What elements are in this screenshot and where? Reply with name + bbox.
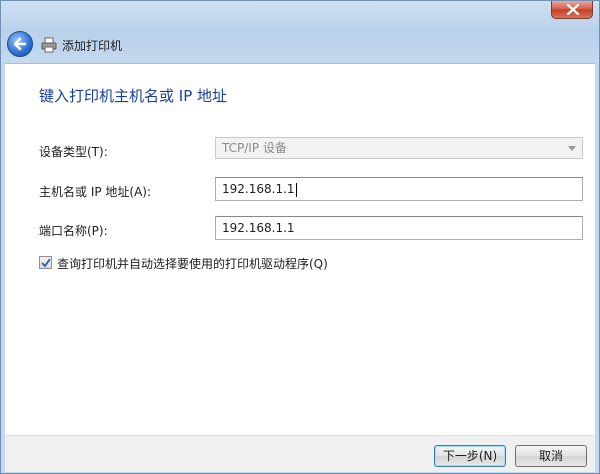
window-title: 添加打印机 bbox=[62, 39, 123, 53]
port-name-input[interactable]: 192.168.1.1 bbox=[215, 216, 583, 240]
auto-driver-label[interactable]: 查询打印机并自动选择要使用的打印机驱动程序(Q) bbox=[57, 255, 328, 272]
wizard-content: 键入打印机主机名或 IP 地址 设备类型(T): TCP/IP 设备 主机名或 … bbox=[5, 63, 595, 436]
checkmark-icon bbox=[41, 258, 51, 268]
hostname-label: 主机名或 IP 地址(A): bbox=[39, 185, 152, 199]
wizard-footer: 下一步(N) 取消 bbox=[5, 435, 595, 472]
device-type-select[interactable]: TCP/IP 设备 bbox=[215, 137, 583, 159]
back-button[interactable] bbox=[7, 31, 33, 57]
chevron-down-icon bbox=[568, 146, 576, 151]
close-button[interactable] bbox=[551, 1, 593, 19]
next-button[interactable]: 下一步(N) bbox=[434, 445, 506, 467]
printer-icon bbox=[41, 37, 57, 53]
device-type-value: TCP/IP 设备 bbox=[222, 141, 287, 155]
hostname-value: 192.168.1.1 bbox=[222, 182, 295, 196]
port-name-label: 端口名称(P): bbox=[39, 224, 108, 238]
text-caret bbox=[295, 182, 297, 197]
back-arrow-icon bbox=[13, 37, 27, 51]
cancel-button[interactable]: 取消 bbox=[515, 445, 587, 467]
close-icon bbox=[566, 4, 580, 15]
add-printer-window: 添加打印机 键入打印机主机名或 IP 地址 设备类型(T): TCP/IP 设备… bbox=[0, 0, 600, 474]
wizard-header: 添加打印机 bbox=[5, 27, 595, 63]
page-heading: 键入打印机主机名或 IP 地址 bbox=[39, 87, 228, 105]
hostname-input[interactable]: 192.168.1.1 bbox=[215, 177, 583, 201]
port-name-value: 192.168.1.1 bbox=[222, 221, 295, 235]
device-type-label: 设备类型(T): bbox=[39, 145, 108, 159]
auto-driver-checkbox[interactable] bbox=[39, 256, 52, 269]
